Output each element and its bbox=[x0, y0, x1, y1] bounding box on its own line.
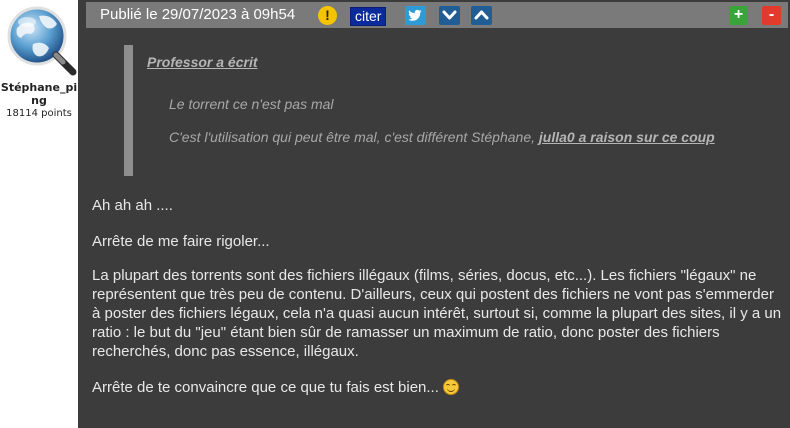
globe-magnifier-icon bbox=[7, 6, 77, 76]
quote-line-2: C'est l'utilisation qui peut être mal, c… bbox=[169, 129, 715, 145]
vote-minus-button[interactable]: - bbox=[762, 6, 781, 25]
author-points: 18114 points bbox=[6, 108, 72, 119]
post-paragraph-3: La plupart des torrents sont des fichier… bbox=[92, 267, 782, 360]
forum-post: Stéphane_ping 18114 points Publié le 29/… bbox=[0, 0, 790, 428]
quote-line-1: Le torrent ce n'est pas mal bbox=[169, 96, 334, 112]
author-panel: Stéphane_ping 18114 points bbox=[0, 0, 78, 428]
scroll-up-button[interactable] bbox=[471, 6, 492, 25]
author-name[interactable]: Stéphane_ping bbox=[0, 81, 78, 107]
alert-icon[interactable]: ! bbox=[318, 6, 337, 25]
post-paragraph-2: Arrête de me faire rigoler... bbox=[92, 233, 270, 250]
quote-bar bbox=[124, 45, 133, 176]
avatar[interactable] bbox=[3, 2, 79, 78]
quote-mention-link[interactable]: julla0 a raison sur ce coup bbox=[539, 129, 715, 145]
chevron-up-icon bbox=[474, 10, 489, 20]
quote-author-link[interactable]: Professor a écrit bbox=[147, 54, 258, 70]
post-paragraph-4-text: Arrête de te convaincre que ce que tu fa… bbox=[92, 379, 444, 396]
vote-plus-button[interactable]: + bbox=[729, 6, 748, 25]
quote-line-2-text: C'est l'utilisation qui peut être mal, c… bbox=[169, 129, 539, 145]
post-paragraph-1: Ah ah ah .... bbox=[92, 197, 173, 214]
post-paragraph-4: Arrête de te convaincre que ce que tu fa… bbox=[92, 378, 782, 397]
post-date: Publié le 29/07/2023 à 09h54 bbox=[100, 6, 296, 23]
twitter-share-button[interactable] bbox=[405, 6, 426, 25]
smiley-icon bbox=[443, 379, 460, 395]
chevron-down-icon bbox=[442, 10, 457, 20]
scroll-down-button[interactable] bbox=[439, 6, 460, 25]
twitter-icon bbox=[408, 9, 422, 21]
quote-button[interactable]: citer bbox=[350, 7, 387, 26]
post-header: Publié le 29/07/2023 à 09h54 ! citer + - bbox=[86, 2, 788, 28]
